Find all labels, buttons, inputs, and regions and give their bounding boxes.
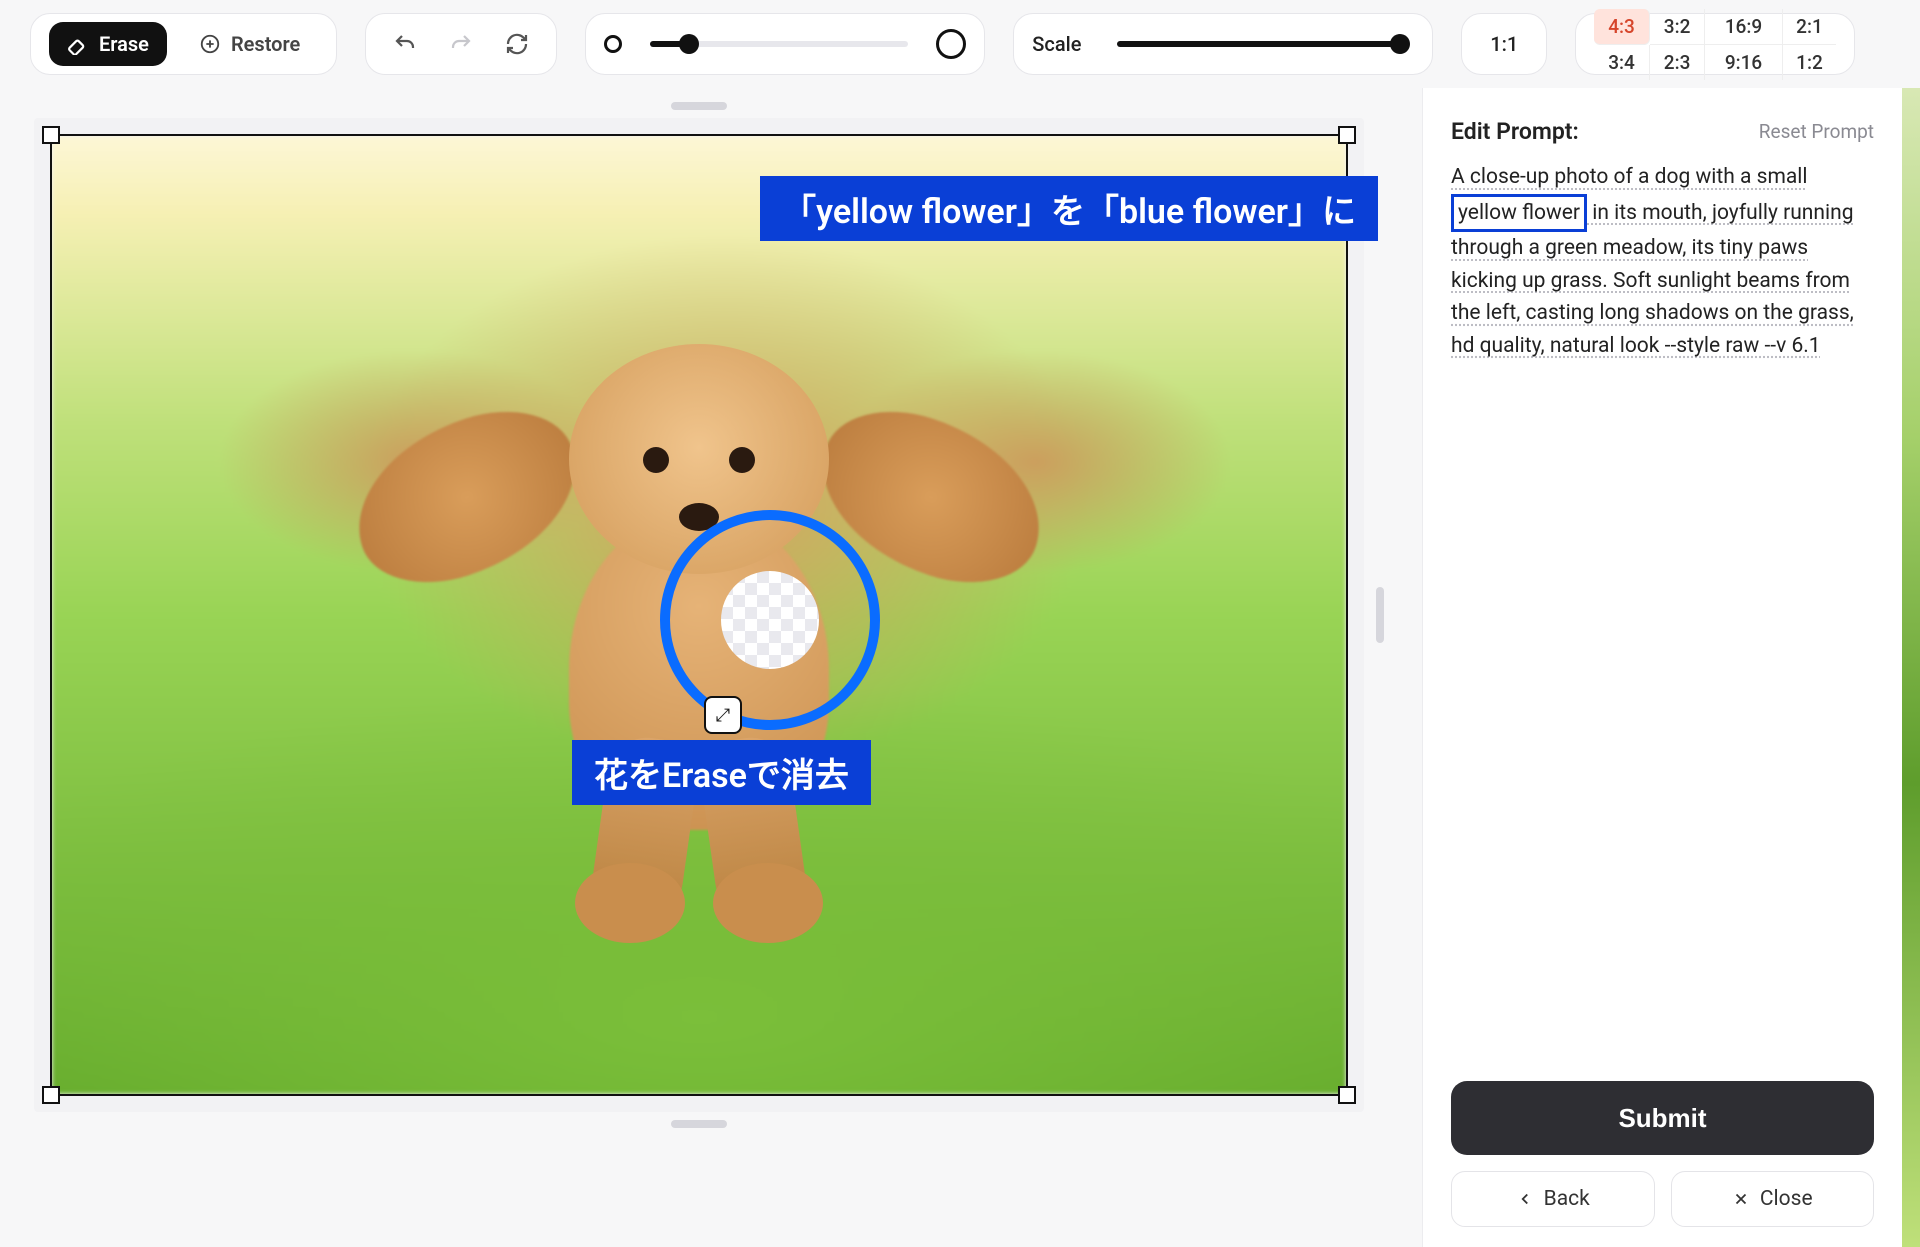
- redo-button[interactable]: [440, 23, 482, 65]
- crop-handle-tl[interactable]: [42, 126, 60, 144]
- annotation-top: 「yellow flower」を「blue flower」に: [760, 176, 1378, 241]
- aspect-grid: 4:33:216:92:13:42:39:161:2: [1575, 13, 1855, 75]
- aspect-11-group: 1:1: [1461, 13, 1547, 75]
- submit-button[interactable]: Submit: [1451, 1081, 1874, 1155]
- reset-prompt-button[interactable]: Reset Prompt: [1759, 120, 1874, 143]
- aspect-11-button[interactable]: 1:1: [1476, 32, 1532, 56]
- close-icon: [1732, 1190, 1750, 1208]
- grip-bottom[interactable]: [671, 1120, 727, 1128]
- eraser-icon: [67, 33, 89, 55]
- aspect-2-1[interactable]: 2:1: [1783, 9, 1837, 45]
- scale-slider[interactable]: [1117, 41, 1400, 47]
- prompt-highlight[interactable]: yellow flower: [1451, 194, 1587, 233]
- canvas-pane: ⤢ 「yellow flower」を「blue flower」に 花をErase…: [0, 88, 1422, 1247]
- grip-right[interactable]: [1376, 587, 1384, 643]
- redo-icon: [449, 32, 473, 56]
- annotation-mid: 花をEraseで消去: [572, 740, 871, 805]
- erase-brush-preview[interactable]: [660, 510, 880, 730]
- crop-handle-bl[interactable]: [42, 1086, 60, 1104]
- reset-button[interactable]: [496, 23, 538, 65]
- restore-label: Restore: [231, 32, 300, 56]
- restore-button[interactable]: Restore: [181, 22, 318, 66]
- canvas-outer: ⤢ 「yellow flower」を「blue flower」に 花をErase…: [34, 118, 1364, 1112]
- brush-resize-handle[interactable]: ⤢: [704, 696, 742, 734]
- undo-button[interactable]: [384, 23, 426, 65]
- resize-arrows-icon: ⤢: [716, 705, 730, 726]
- brush-large-icon: [936, 29, 966, 59]
- back-label: Back: [1544, 1187, 1590, 1211]
- crop-frame[interactable]: ⤢ 「yellow flower」を「blue flower」に 花をErase…: [50, 134, 1348, 1096]
- plus-circle-icon: [199, 33, 221, 55]
- scale-label: Scale: [1032, 32, 1081, 56]
- refresh-icon: [505, 32, 529, 56]
- edit-prompt-title: Edit Prompt:: [1451, 118, 1579, 145]
- grip-top[interactable]: [671, 102, 727, 110]
- erase-label: Erase: [99, 32, 149, 56]
- aspect-1-2[interactable]: 1:2: [1783, 45, 1837, 80]
- prompt-text[interactable]: A close-up photo of a dog with a small y…: [1451, 161, 1874, 362]
- sidebar: Edit Prompt: Reset Prompt A close-up pho…: [1422, 88, 1902, 1247]
- scale-group: Scale: [1013, 13, 1433, 75]
- prompt-pre: A close-up photo of a dog with a small: [1451, 165, 1808, 189]
- top-toolbar: Erase Restore Scale 1:1: [0, 0, 1920, 88]
- back-button[interactable]: Back: [1451, 1171, 1655, 1227]
- aspect-3-2[interactable]: 3:2: [1650, 9, 1706, 45]
- brush-size-group: [585, 13, 985, 75]
- aspect-2-3[interactable]: 2:3: [1650, 45, 1706, 80]
- erase-restore-group: Erase Restore: [30, 13, 337, 75]
- brush-size-slider[interactable]: [650, 41, 908, 47]
- crop-handle-br[interactable]: [1338, 1086, 1356, 1104]
- history-group: [365, 13, 557, 75]
- undo-icon: [393, 32, 417, 56]
- close-button[interactable]: Close: [1671, 1171, 1875, 1227]
- close-label: Close: [1760, 1187, 1813, 1211]
- erase-checker-icon: [721, 571, 819, 669]
- main-split: ⤢ 「yellow flower」を「blue flower」に 花をErase…: [0, 88, 1920, 1247]
- erase-button[interactable]: Erase: [49, 22, 167, 66]
- aspect-9-16[interactable]: 9:16: [1705, 45, 1782, 80]
- aspect-16-9[interactable]: 16:9: [1705, 9, 1782, 45]
- thumbnail-rail[interactable]: [1902, 88, 1920, 1247]
- chevron-left-icon: [1516, 1190, 1534, 1208]
- brush-small-icon: [604, 35, 622, 53]
- aspect-3-4[interactable]: 3:4: [1594, 45, 1650, 80]
- crop-handle-tr[interactable]: [1338, 126, 1356, 144]
- aspect-4-3[interactable]: 4:3: [1594, 9, 1650, 45]
